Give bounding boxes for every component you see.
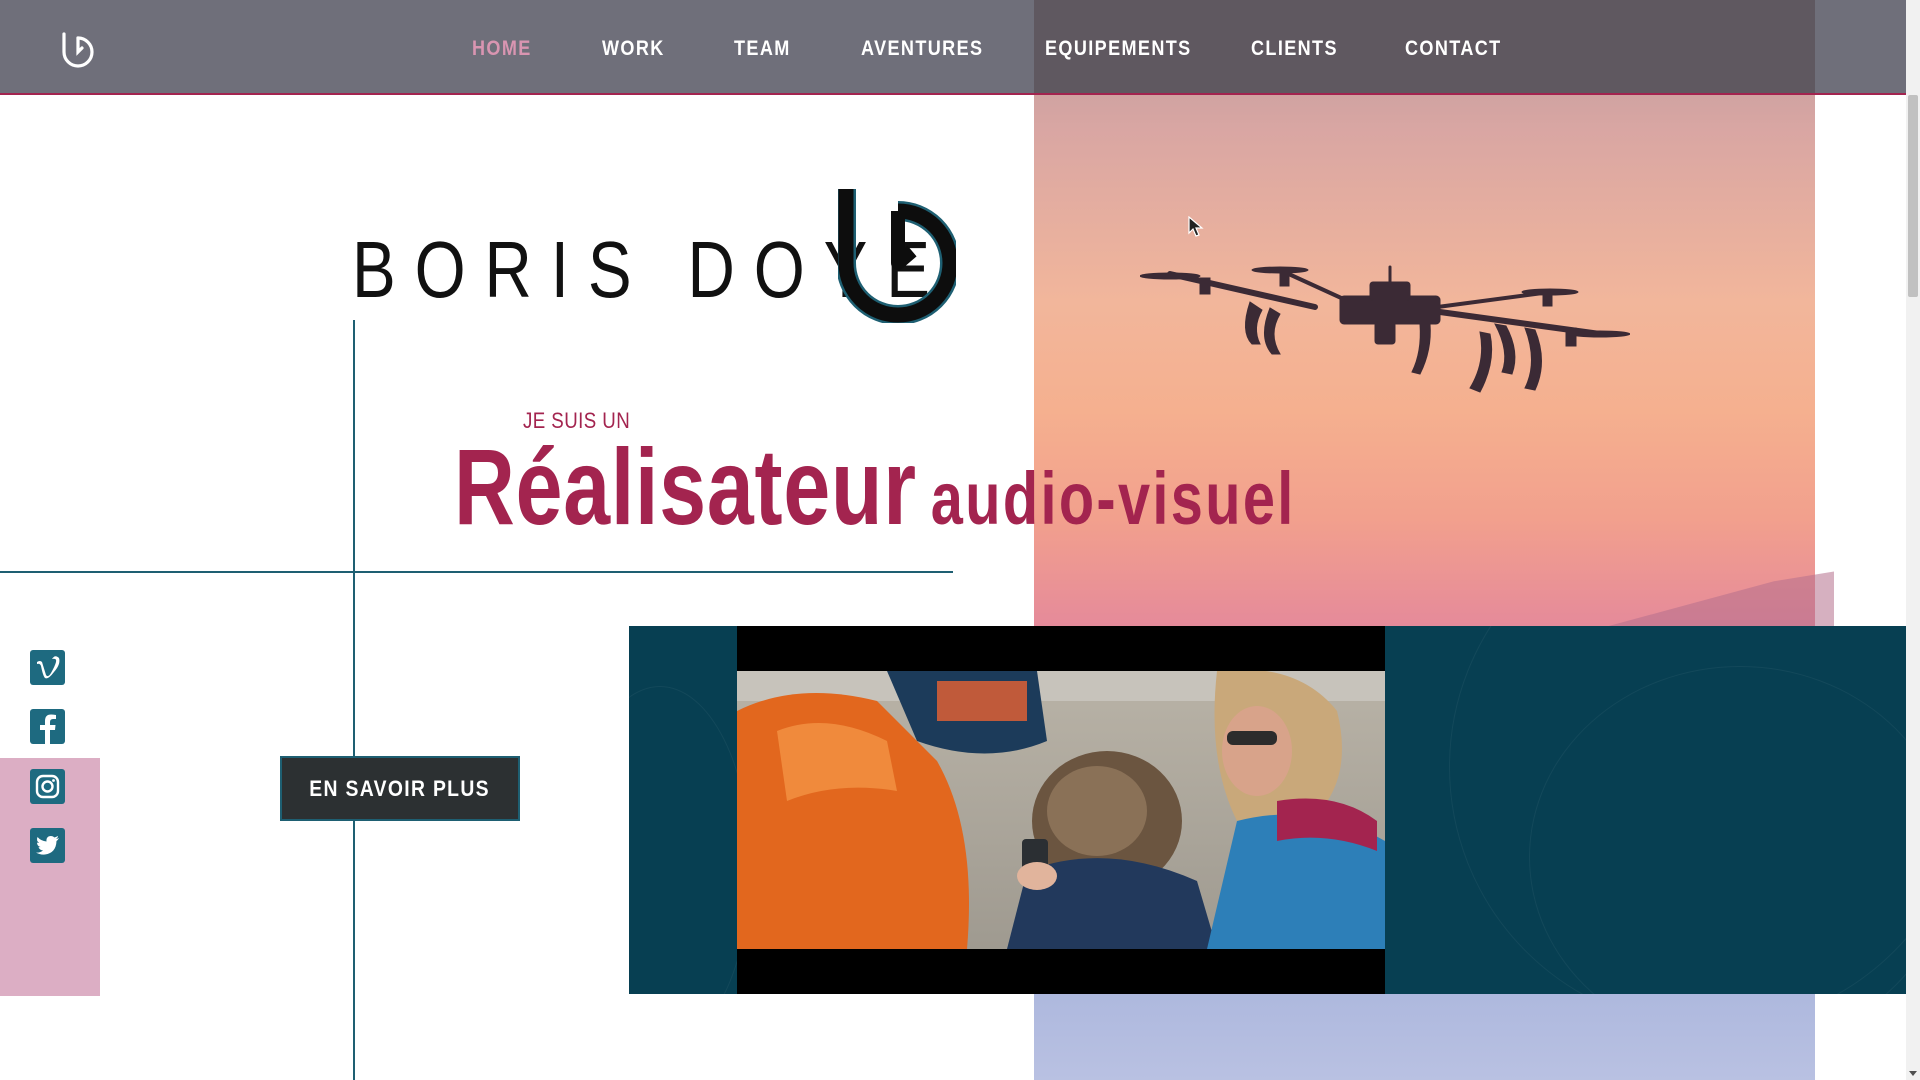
scroll-down-icon[interactable] — [1909, 1071, 1917, 1076]
twitter-icon[interactable] — [30, 828, 65, 863]
mouse-cursor-icon — [1188, 216, 1204, 237]
learn-more-label: EN SAVOIR PLUS — [309, 775, 491, 801]
nav-menu: HOME WORK TEAM AVENTURES EQUIPEMENTS CLI… — [0, 0, 1900, 93]
drone-image — [1140, 265, 1630, 393]
nav-item-team[interactable]: TEAM — [734, 37, 791, 61]
nav-item-work[interactable]: WORK — [602, 37, 665, 61]
nav-item-aventures[interactable]: AVENTURES — [861, 37, 983, 61]
scrollbar-thumb[interactable] — [1908, 95, 1918, 297]
headline-main: Réalisateur — [454, 426, 917, 547]
nav-item-equipements[interactable]: EQUIPEMENTS — [1045, 37, 1192, 61]
learn-more-button[interactable]: EN SAVOIR PLUS — [280, 756, 520, 821]
video-thumbnail-image — [737, 671, 1385, 949]
bd-logo-large-icon — [838, 189, 956, 323]
headline-secondary: audio-visuel — [930, 457, 1296, 540]
nav-item-home[interactable]: HOME — [472, 37, 532, 61]
facebook-icon[interactable] — [30, 709, 65, 744]
video-player[interactable] — [737, 626, 1385, 994]
top-navbar: HOME WORK TEAM AVENTURES EQUIPEMENTS CLI… — [0, 0, 1906, 95]
page-scrollbar[interactable] — [1906, 0, 1920, 1080]
instagram-icon[interactable] — [30, 769, 65, 804]
horizontal-divider — [0, 571, 953, 573]
nav-item-clients[interactable]: CLIENTS — [1251, 37, 1338, 61]
vertical-divider — [353, 320, 355, 1080]
mountain-silhouette — [1594, 571, 1834, 630]
leaf-pattern — [629, 686, 751, 994]
vimeo-icon[interactable] — [30, 650, 65, 685]
hero-headline: Réalisateur audio-visuel — [454, 424, 1296, 549]
nav-item-contact[interactable]: CONTACT — [1405, 37, 1502, 61]
